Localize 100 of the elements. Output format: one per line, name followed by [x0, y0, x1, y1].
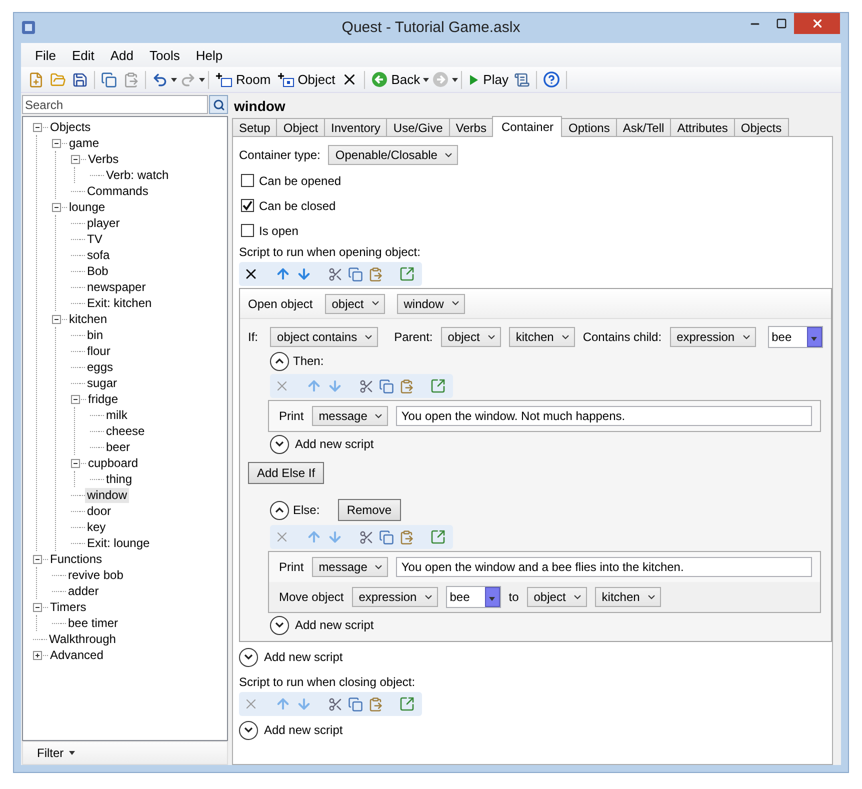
collapse-icon[interactable]	[51, 314, 62, 324]
tree-item[interactable]: thing	[104, 472, 134, 486]
tree-item[interactable]: bee timer	[66, 616, 120, 630]
scissors-icon[interactable]	[359, 530, 374, 544]
tree-item[interactable]: Advanced	[48, 648, 106, 662]
tree-item[interactable]: newspaper	[85, 280, 148, 294]
caret-icon[interactable]	[68, 751, 75, 755]
arrow-down-icon[interactable]	[296, 266, 312, 282]
caret-icon[interactable]	[199, 78, 205, 82]
dropdown[interactable]: object	[440, 327, 501, 347]
tree-item[interactable]: door	[85, 504, 114, 518]
menu-item[interactable]: File	[27, 48, 64, 62]
tree-item[interactable]: player	[85, 216, 122, 230]
tree-item[interactable]: TV	[85, 232, 104, 246]
clipboard-icon[interactable]	[399, 530, 414, 544]
dropdown[interactable]: kitchen	[508, 327, 575, 347]
tree-item[interactable]: Bob	[85, 264, 110, 278]
popout-window-icon[interactable]	[399, 266, 415, 282]
message-field[interactable]: You open the window. Not much happens.	[396, 406, 812, 426]
scissors-icon[interactable]	[359, 378, 374, 394]
add-object-button[interactable]: Object	[274, 68, 338, 90]
tree-item[interactable]: window	[85, 488, 130, 502]
expand-button[interactable]	[239, 720, 258, 740]
tree-item[interactable]: adder	[66, 584, 101, 598]
popout-window-icon[interactable]	[430, 529, 446, 545]
add-script-link[interactable]: Add new script	[264, 723, 343, 737]
tab[interactable]: Ask/Tell	[616, 118, 672, 137]
remove-button[interactable]: Remove	[338, 499, 401, 521]
collapse-icon[interactable]	[32, 122, 43, 132]
copy-icon[interactable]	[348, 266, 363, 282]
clipboard-icon[interactable]	[368, 266, 383, 282]
tree-item[interactable]: flour	[85, 344, 112, 358]
add-else-if-button[interactable]: Add Else If	[248, 462, 324, 484]
menu-item[interactable]: Tools	[142, 48, 188, 62]
copy-icon[interactable]	[379, 530, 394, 544]
tab[interactable]: Setup	[232, 118, 278, 137]
add-script-link[interactable]: Add new script	[295, 437, 374, 451]
tree-item[interactable]: Timers	[48, 600, 88, 614]
expression-field[interactable]: bee	[446, 586, 501, 608]
tree-item[interactable]: kitchen	[67, 312, 110, 326]
caret-icon[interactable]	[452, 78, 458, 82]
play-button[interactable]: Play	[465, 68, 512, 90]
menu-item[interactable]: Help	[188, 48, 231, 62]
collapse-icon[interactable]	[32, 554, 43, 564]
tree-item[interactable]: lounge	[67, 200, 108, 214]
copy-icon[interactable]	[379, 378, 394, 394]
tab[interactable]: Options	[561, 118, 617, 137]
expand-button[interactable]	[239, 648, 258, 666]
tree-item[interactable]: Exit: lounge	[85, 536, 152, 550]
tree-item[interactable]: Verb: watch	[104, 168, 171, 182]
copy-icon[interactable]	[348, 696, 363, 712]
tree-item[interactable]: beer	[104, 440, 132, 454]
tree-item[interactable]: Walkthrough	[47, 632, 118, 646]
collapse-icon[interactable]	[32, 602, 43, 612]
tab[interactable]: Verbs	[448, 118, 494, 137]
tree-item[interactable]: revive bob	[66, 568, 126, 582]
search-button[interactable]	[209, 95, 228, 114]
collapse-button[interactable]	[270, 352, 289, 370]
menu-item[interactable]: Edit	[64, 48, 102, 62]
menu-item[interactable]: Add	[102, 48, 142, 62]
dropdown[interactable]: expression	[670, 327, 756, 347]
collapse-icon[interactable]	[51, 138, 62, 148]
dropdown[interactable]: Openable/Closable	[328, 145, 458, 165]
tree-item[interactable]: fridge	[86, 392, 120, 406]
popout-window-icon[interactable]	[430, 378, 446, 394]
clipboard-icon[interactable]	[399, 378, 414, 394]
tab[interactable]: Attributes	[670, 118, 735, 137]
tree-item[interactable]: key	[85, 520, 108, 534]
tree-item[interactable]: milk	[104, 408, 130, 422]
filter-button[interactable]: Filter	[33, 746, 79, 760]
tree-item[interactable]: game	[67, 136, 102, 150]
dropdown[interactable]: message	[312, 557, 388, 577]
expression-field[interactable]: bee	[768, 326, 823, 348]
expand-icon[interactable]	[32, 650, 43, 660]
checkbox[interactable]	[241, 174, 254, 187]
scissors-icon[interactable]	[328, 696, 343, 712]
tree-item[interactable]: sugar	[85, 376, 120, 390]
back-button[interactable]: Back	[368, 68, 424, 90]
add-room-button[interactable]: Room	[212, 68, 274, 90]
collapse-icon[interactable]	[70, 458, 81, 468]
add-script-link[interactable]: Add new script	[264, 650, 343, 664]
expand-button[interactable]	[270, 616, 289, 634]
clipboard-icon[interactable]	[368, 696, 383, 712]
dropdown[interactable]: expression	[352, 587, 438, 607]
tree-item[interactable]: sofa	[85, 248, 112, 262]
collapse-icon[interactable]	[70, 154, 81, 164]
collapse-button[interactable]	[270, 500, 289, 520]
tree-item[interactable]: cheese	[104, 424, 147, 438]
checkbox[interactable]	[241, 199, 254, 212]
tree-item[interactable]: Exit: kitchen	[85, 296, 154, 310]
tab[interactable]: Container	[492, 116, 562, 137]
tree-item[interactable]: Objects	[48, 120, 93, 134]
tree-item[interactable]: Verbs	[86, 152, 121, 166]
tree-item[interactable]: Functions	[48, 552, 104, 566]
tree-item[interactable]: eggs	[85, 360, 116, 374]
tab[interactable]: Objects	[734, 118, 789, 137]
dropdown[interactable]: object contains	[270, 327, 378, 347]
tab[interactable]: Use/Give	[386, 118, 450, 137]
dropdown[interactable]: message	[312, 406, 388, 426]
dropdown[interactable]: object	[526, 587, 587, 607]
